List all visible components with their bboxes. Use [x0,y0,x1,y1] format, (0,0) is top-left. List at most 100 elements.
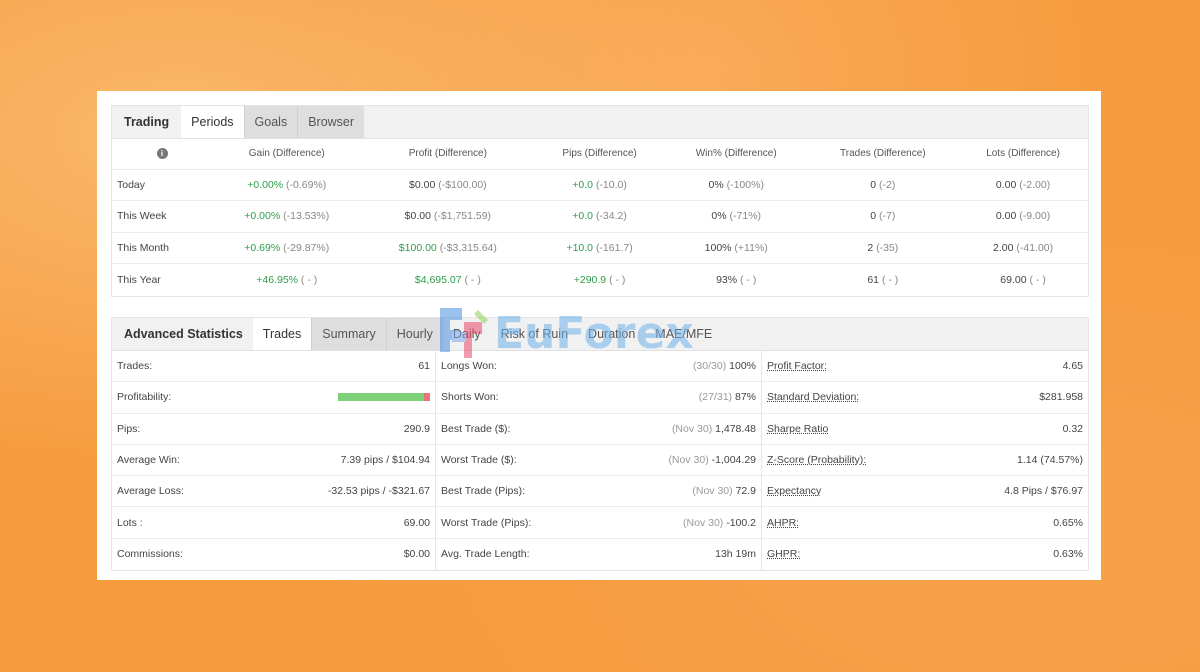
period-value: 100% [704,241,732,254]
stat-label: Avg. Trade Length: [441,548,530,561]
stat-value-group: 61 [418,360,430,372]
period-difference: (-161.7) [595,241,633,254]
stat-value: 72.9 [735,485,756,498]
stat-row: Trades: 61 [112,351,435,383]
period-cell: +0.00% (-13.53%) [212,200,362,233]
stat-value-group: (Nov 30) -1,004.29 [668,454,756,466]
stat-label[interactable]: Sharpe Ratio [767,423,828,435]
stat-value: 0.32 [1062,422,1083,435]
stat-value: 4.65 [1062,360,1083,373]
periods-tabbar: Trading Periods Goals Browser [112,106,1088,139]
tab-mae-mfe[interactable]: MAE/MFE [645,318,722,350]
period-label: This Year [117,273,161,286]
stat-row: AHPR: 0.65% [762,507,1088,539]
period-difference: (-13.53%) [283,210,330,223]
stat-label[interactable]: GHPR: [767,548,800,560]
period-difference: (+11%) [734,241,768,254]
period-cell: +290.9 ( - ) [534,264,665,296]
period-value: 0% [711,210,727,223]
profitability-win-segment [338,393,424,402]
period-value: 2.00 [993,241,1014,254]
period-cell: 0 (-7) [807,200,959,233]
stat-row: Shorts Won: (27/31) 87% [436,382,761,414]
info-icon[interactable]: i [156,148,168,160]
stat-value: 13h 19m [715,548,756,561]
period-row: This Week +0.00% (-13.53%) $0.00 (-$1,751.… [112,200,1088,233]
period-difference: ( - ) [464,273,481,286]
advanced-tabbar: Advanced Statistics Trades Summary Hourl… [112,318,1088,351]
tab-summary[interactable]: Summary [311,318,386,350]
tab-risk-of-ruin[interactable]: Risk of Ruin [491,318,578,350]
stat-value: -32.53 pips / -$321.67 [327,485,430,498]
stat-value: 1.14 (74.57%) [1017,454,1083,467]
period-difference: (-100%) [726,178,764,191]
stat-label: Pips: [117,422,141,435]
tab-trades[interactable]: Trades [252,318,312,350]
stat-value: 290.9 [403,422,430,435]
stat-row: GHPR: 0.63% [762,539,1088,570]
stat-row: Pips: 290.9 [112,414,435,445]
stat-label: Longs Won: [441,360,497,373]
period-value: 0.00 [995,178,1017,191]
column-header: Gain (Difference) [212,139,362,170]
period-value: 2 [867,241,874,254]
stat-value-group: $0.00 [404,548,430,560]
stat-label: Worst Trade ($): [441,454,517,467]
stat-value-group: 4.65 [1063,360,1083,372]
period-value: $0.00 [409,178,436,191]
period-difference: (-0.69%) [286,178,327,191]
stat-row: Standard Deviation: $281.958 [762,382,1088,414]
period-cell: 0 (-2) [807,169,959,201]
period-cell: 69.00 ( - ) [958,264,1088,296]
tab-duration[interactable]: Duration [578,318,645,350]
stat-row: Average Win: 7.39 pips / $104.94 [112,445,435,477]
stat-label[interactable]: AHPR: [767,517,799,529]
period-cell: 0% (-100%) [664,169,808,201]
period-cell: +0.69% (-29.87%) [212,232,362,264]
stat-label: Best Trade ($): [441,422,511,435]
period-cell: $100.00 (-$3,315.64) [361,232,535,264]
stat-row: Worst Trade (Pips): (Nov 30) -100.2 [436,507,761,539]
stat-value-group: (Nov 30) -100.2 [683,517,756,529]
period-cell: 0.00 (-2.00) [958,169,1088,201]
tab-daily[interactable]: Daily [443,318,491,350]
period-cell: 0% (-71%) [664,200,808,233]
period-difference: (-34.2) [595,210,627,223]
stat-row: Profit Factor: 4.65 [762,351,1088,383]
column-header: Trades (Difference) [807,139,959,170]
advanced-statistics-panel: Advanced Statistics Trades Summary Hourl… [111,317,1089,571]
period-row: This Year +46.95% ( - ) $4,695.07 ( - ) +29… [112,264,1088,296]
stat-value: 87% [734,391,756,404]
periods-panel: Trading Periods Goals Browser i Gain (Di… [111,105,1089,297]
stat-row: Best Trade (Pips): (Nov 30) 72.9 [436,476,761,508]
stat-label: Average Loss: [117,485,184,498]
period-difference: ( - ) [1029,273,1046,286]
tab-browser[interactable]: Browser [297,106,365,138]
stat-subvalue: (30/30) [692,360,727,373]
tab-goals[interactable]: Goals [243,106,298,138]
stat-value-group: 69.00 [404,517,430,529]
stat-label[interactable]: Profit Factor: [767,360,827,372]
period-difference: (-$1,751.59) [433,210,492,223]
tab-periods[interactable]: Periods [181,106,244,138]
stat-value: 0.63% [1053,548,1083,561]
period-label: Today [112,169,212,201]
stat-row: Avg. Trade Length: 13h 19m [436,539,761,570]
period-difference: (-$3,315.64) [439,241,497,254]
period-cell: 61 ( - ) [807,264,958,296]
tab-trading[interactable]: Trading [112,106,181,138]
stat-value: 100% [729,360,756,373]
tab-hourly[interactable]: Hourly [385,318,443,350]
stat-value-group: 290.9 [404,423,430,435]
stat-label[interactable]: Expectancy [767,485,821,497]
period-value: +290.9 [573,273,607,286]
stat-label[interactable]: Z-Score (Probability): [767,454,866,466]
stat-value-group: 4.8 Pips / $76.97 [1004,485,1083,497]
period-difference: (-10.0) [595,178,627,191]
period-value: +0.0 [572,178,594,191]
stat-row: Commissions: $0.00 [112,539,435,570]
stat-value: $281.958 [1039,391,1083,404]
stat-label: Shorts Won: [441,391,499,404]
stat-label[interactable]: Standard Deviation: [767,391,859,403]
period-cell: $4,695.07 ( - ) [362,264,535,296]
